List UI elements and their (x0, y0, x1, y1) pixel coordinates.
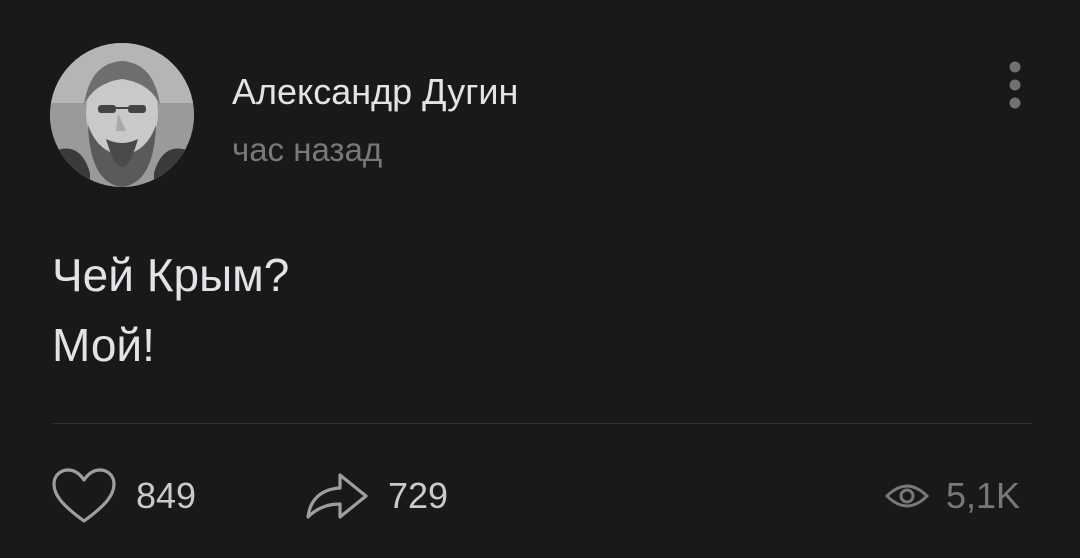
more-options-button[interactable] (1000, 58, 1030, 114)
like-button[interactable]: 849 (50, 468, 196, 524)
share-arrow-icon (306, 473, 368, 519)
views-count: 5,1K (946, 475, 1021, 516)
post-text-line: Мой! (52, 319, 155, 371)
share-count: 729 (388, 475, 449, 516)
post-body: Чей Крым? Мой! (52, 240, 289, 380)
author-avatar[interactable] (50, 43, 194, 187)
post-timestamp: час назад (232, 131, 383, 168)
views-counter: 5,1K (884, 468, 1020, 524)
heart-icon (52, 468, 116, 523)
like-count: 849 (136, 475, 197, 516)
divider (52, 423, 1032, 424)
share-button[interactable]: 729 (304, 468, 448, 524)
author-name[interactable]: Александр Дугин (232, 70, 518, 114)
post-card: Александр Дугин час назад Чей Крым? Мой!… (0, 0, 1080, 558)
post-text-line: Чей Крым? (52, 249, 290, 301)
more-vertical-icon (1009, 61, 1021, 109)
avatar-photo (50, 43, 194, 187)
eye-icon (884, 484, 930, 508)
